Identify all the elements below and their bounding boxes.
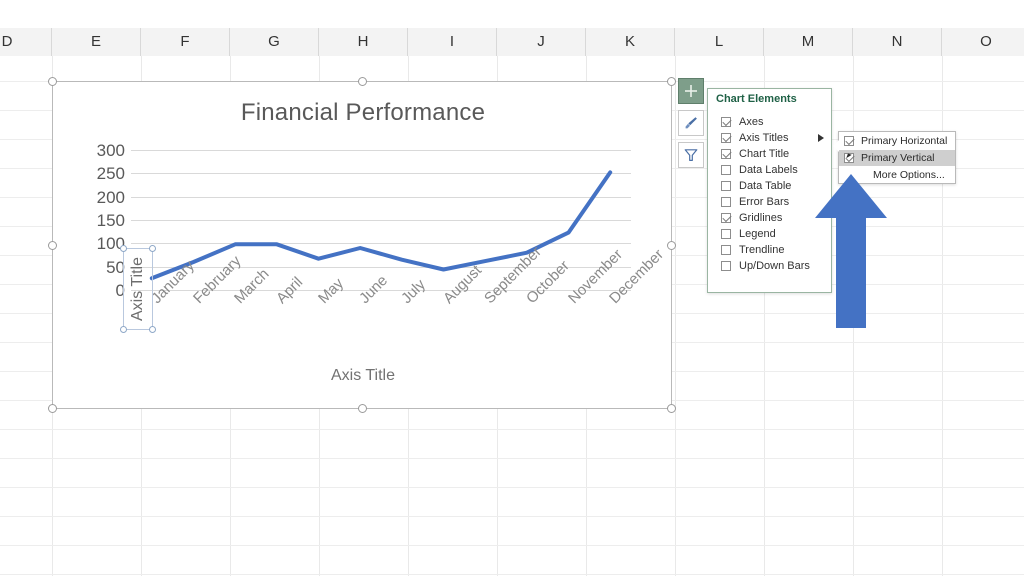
chart-element-label: Error Bars: [739, 195, 790, 208]
chart-object[interactable]: Financial Performance 300 250 200 150 100 50 0…: [48, 77, 676, 413]
chart-element-label: Gridlines: [739, 211, 783, 224]
chart-resize-handle-bottom-center[interactable]: [358, 404, 367, 413]
checkbox-icon[interactable]: [721, 261, 731, 271]
chart-resize-handle-top-center[interactable]: [358, 77, 367, 86]
chart-element-label: Axes: [739, 115, 764, 128]
chart-resize-handle-middle-right[interactable]: [667, 241, 676, 250]
chart-element-item-axes[interactable]: Axes: [708, 114, 831, 130]
axis-title-handle-top-right[interactable]: [149, 245, 156, 252]
chart-resize-handle-top-left[interactable]: [48, 77, 57, 86]
column-header-i[interactable]: I: [408, 28, 497, 56]
grid-vline: [675, 56, 676, 576]
column-header-f[interactable]: F: [141, 28, 230, 56]
chart-element-label: Trendline: [739, 243, 785, 256]
column-header-e[interactable]: E: [52, 28, 141, 56]
column-header-n[interactable]: N: [853, 28, 942, 56]
vertical-axis-title-text: Axis Title: [129, 256, 146, 322]
column-header-l[interactable]: L: [675, 28, 764, 56]
checkbox-icon[interactable]: [844, 153, 854, 163]
x-axis-labels[interactable]: January February March April May June July Augu…: [131, 243, 667, 375]
chart-element-label: Data Table: [739, 179, 792, 192]
chart-element-label: Data Labels: [739, 163, 798, 176]
chart-resize-handle-top-right[interactable]: [667, 77, 676, 86]
checkbox-icon[interactable]: [721, 133, 731, 143]
submenu-item-label: Primary Horizontal: [861, 134, 948, 147]
checkbox-icon[interactable]: [721, 117, 731, 127]
y-axis-tick-label: 0: [115, 281, 125, 300]
grid-hline: [0, 574, 1024, 575]
axis-title-handle-bottom-right[interactable]: [149, 326, 156, 333]
chart-elements-heading: Chart Elements: [716, 93, 797, 105]
blue-arrow-annotation: [815, 174, 887, 328]
checkbox-icon[interactable]: [721, 165, 731, 175]
mouse-cursor-icon: [846, 153, 852, 160]
chart-element-label: Chart Title: [739, 147, 790, 160]
y-axis-tick-label: 300: [96, 141, 125, 160]
chart-element-label: Axis Titles: [739, 131, 789, 144]
column-header-h[interactable]: H: [319, 28, 408, 56]
column-header-bar: DEFGHIJKLMNO: [0, 28, 1024, 57]
top-strip: [0, 0, 1024, 29]
checkbox-icon[interactable]: [844, 136, 854, 146]
column-header-j[interactable]: J: [497, 28, 586, 56]
column-header-d[interactable]: D: [0, 28, 52, 56]
chart-resize-handle-bottom-right[interactable]: [667, 404, 676, 413]
grid-hline: [0, 458, 1024, 459]
excel-chart-screenshot: DEFGHIJKLMNO Financial Performance 300 25…: [0, 0, 1024, 576]
submenu-item-primary-vertical[interactable]: Primary Vertical: [839, 150, 955, 166]
chart-filters-button[interactable]: [678, 142, 704, 168]
paintbrush-icon: [685, 117, 697, 129]
chart-elements-button[interactable]: [678, 78, 704, 104]
column-header-k[interactable]: K: [586, 28, 675, 56]
grid-hline: [0, 516, 1024, 517]
grid-hline: [0, 487, 1024, 488]
chart-side-buttons: [678, 78, 704, 174]
chart-resize-handle-bottom-left[interactable]: [48, 404, 57, 413]
horizontal-axis-title[interactable]: Axis Title: [53, 367, 673, 385]
checkbox-icon[interactable]: [721, 149, 731, 159]
chart-element-item-axis-titles[interactable]: Axis Titles: [708, 130, 831, 146]
grid-hline: [0, 429, 1024, 430]
axis-title-handle-top-left[interactable]: [120, 245, 127, 252]
vertical-axis-title-selected[interactable]: Axis Title: [120, 245, 156, 333]
submenu-chevron-right-icon[interactable]: [818, 134, 824, 142]
column-header-o[interactable]: O: [942, 28, 1024, 56]
y-axis-tick-label: 50: [106, 257, 125, 277]
y-axis-tick-label: 150: [96, 211, 125, 230]
chart-element-label: Legend: [739, 227, 776, 240]
chart-element-label: Up/Down Bars: [739, 259, 810, 272]
chart-element-item-chart-title[interactable]: Chart Title: [708, 146, 831, 162]
checkbox-icon[interactable]: [721, 245, 731, 255]
checkbox-icon[interactable]: [721, 229, 731, 239]
plus-icon: [685, 85, 697, 97]
checkbox-icon[interactable]: [721, 181, 731, 191]
checkbox-icon[interactable]: [721, 197, 731, 207]
submenu-item-primary-horizontal[interactable]: Primary Horizontal: [839, 133, 955, 149]
submenu-item-label: Primary Vertical: [861, 151, 935, 164]
grid-hline: [0, 545, 1024, 546]
chart-title[interactable]: Financial Performance: [53, 99, 673, 127]
checkbox-icon[interactable]: [721, 213, 731, 223]
column-header-m[interactable]: M: [764, 28, 853, 56]
funnel-icon: [684, 149, 698, 161]
y-axis-tick-label: 250: [96, 164, 125, 184]
column-header-g[interactable]: G: [230, 28, 319, 56]
chart-resize-handle-middle-left[interactable]: [48, 241, 57, 250]
y-axis-tick-label: 100: [96, 234, 125, 254]
y-axis-tick-label: 200: [96, 187, 125, 207]
axis-title-handle-bottom-left[interactable]: [120, 326, 127, 333]
chart-styles-button[interactable]: [678, 110, 704, 136]
